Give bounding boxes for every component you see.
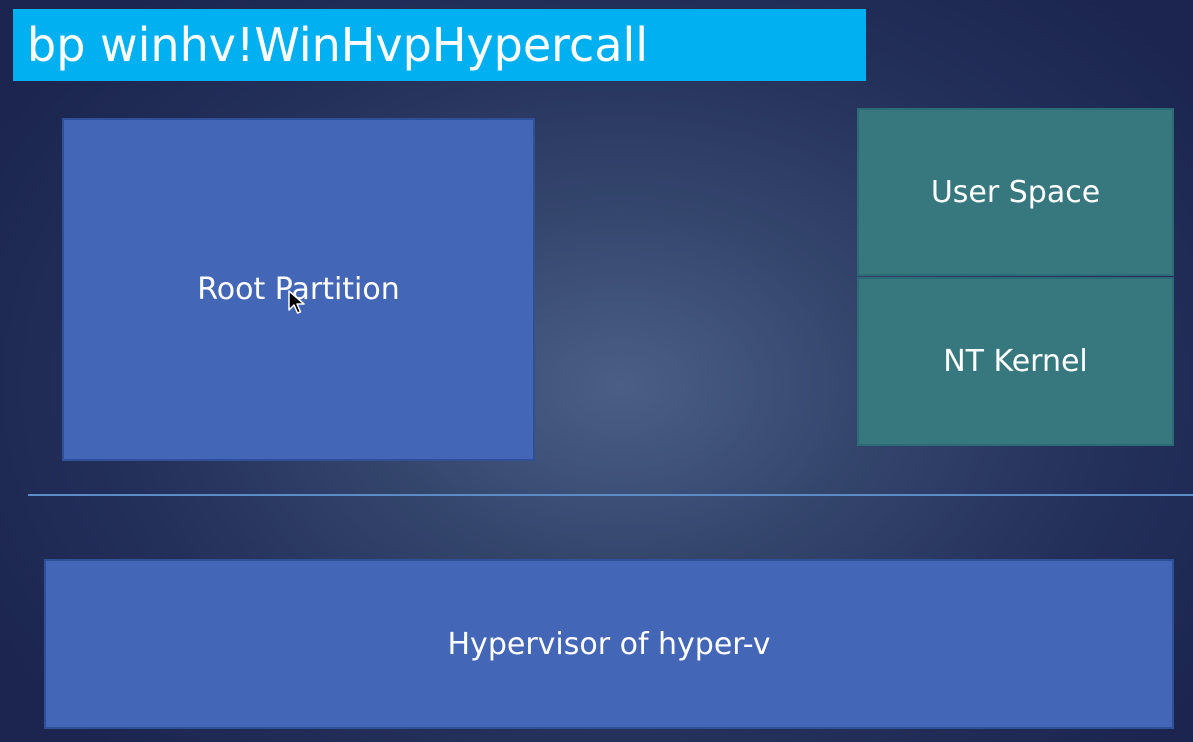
layer-divider-line	[28, 494, 1193, 496]
mouse-cursor-icon	[288, 290, 305, 314]
nt-kernel-label: NT Kernel	[943, 344, 1088, 379]
user-space-label: User Space	[930, 174, 1101, 210]
nt-kernel-box: NT Kernel	[857, 277, 1174, 446]
slide-title: bp winhv!WinHvpHypercall	[27, 18, 649, 72]
title-banner: bp winhv!WinHvpHypercall	[13, 9, 866, 81]
hypervisor-box: Hypervisor of hyper-v	[44, 559, 1174, 729]
user-space-box: User Space	[857, 108, 1174, 276]
hypervisor-label: Hypervisor of hyper-v	[447, 626, 771, 662]
